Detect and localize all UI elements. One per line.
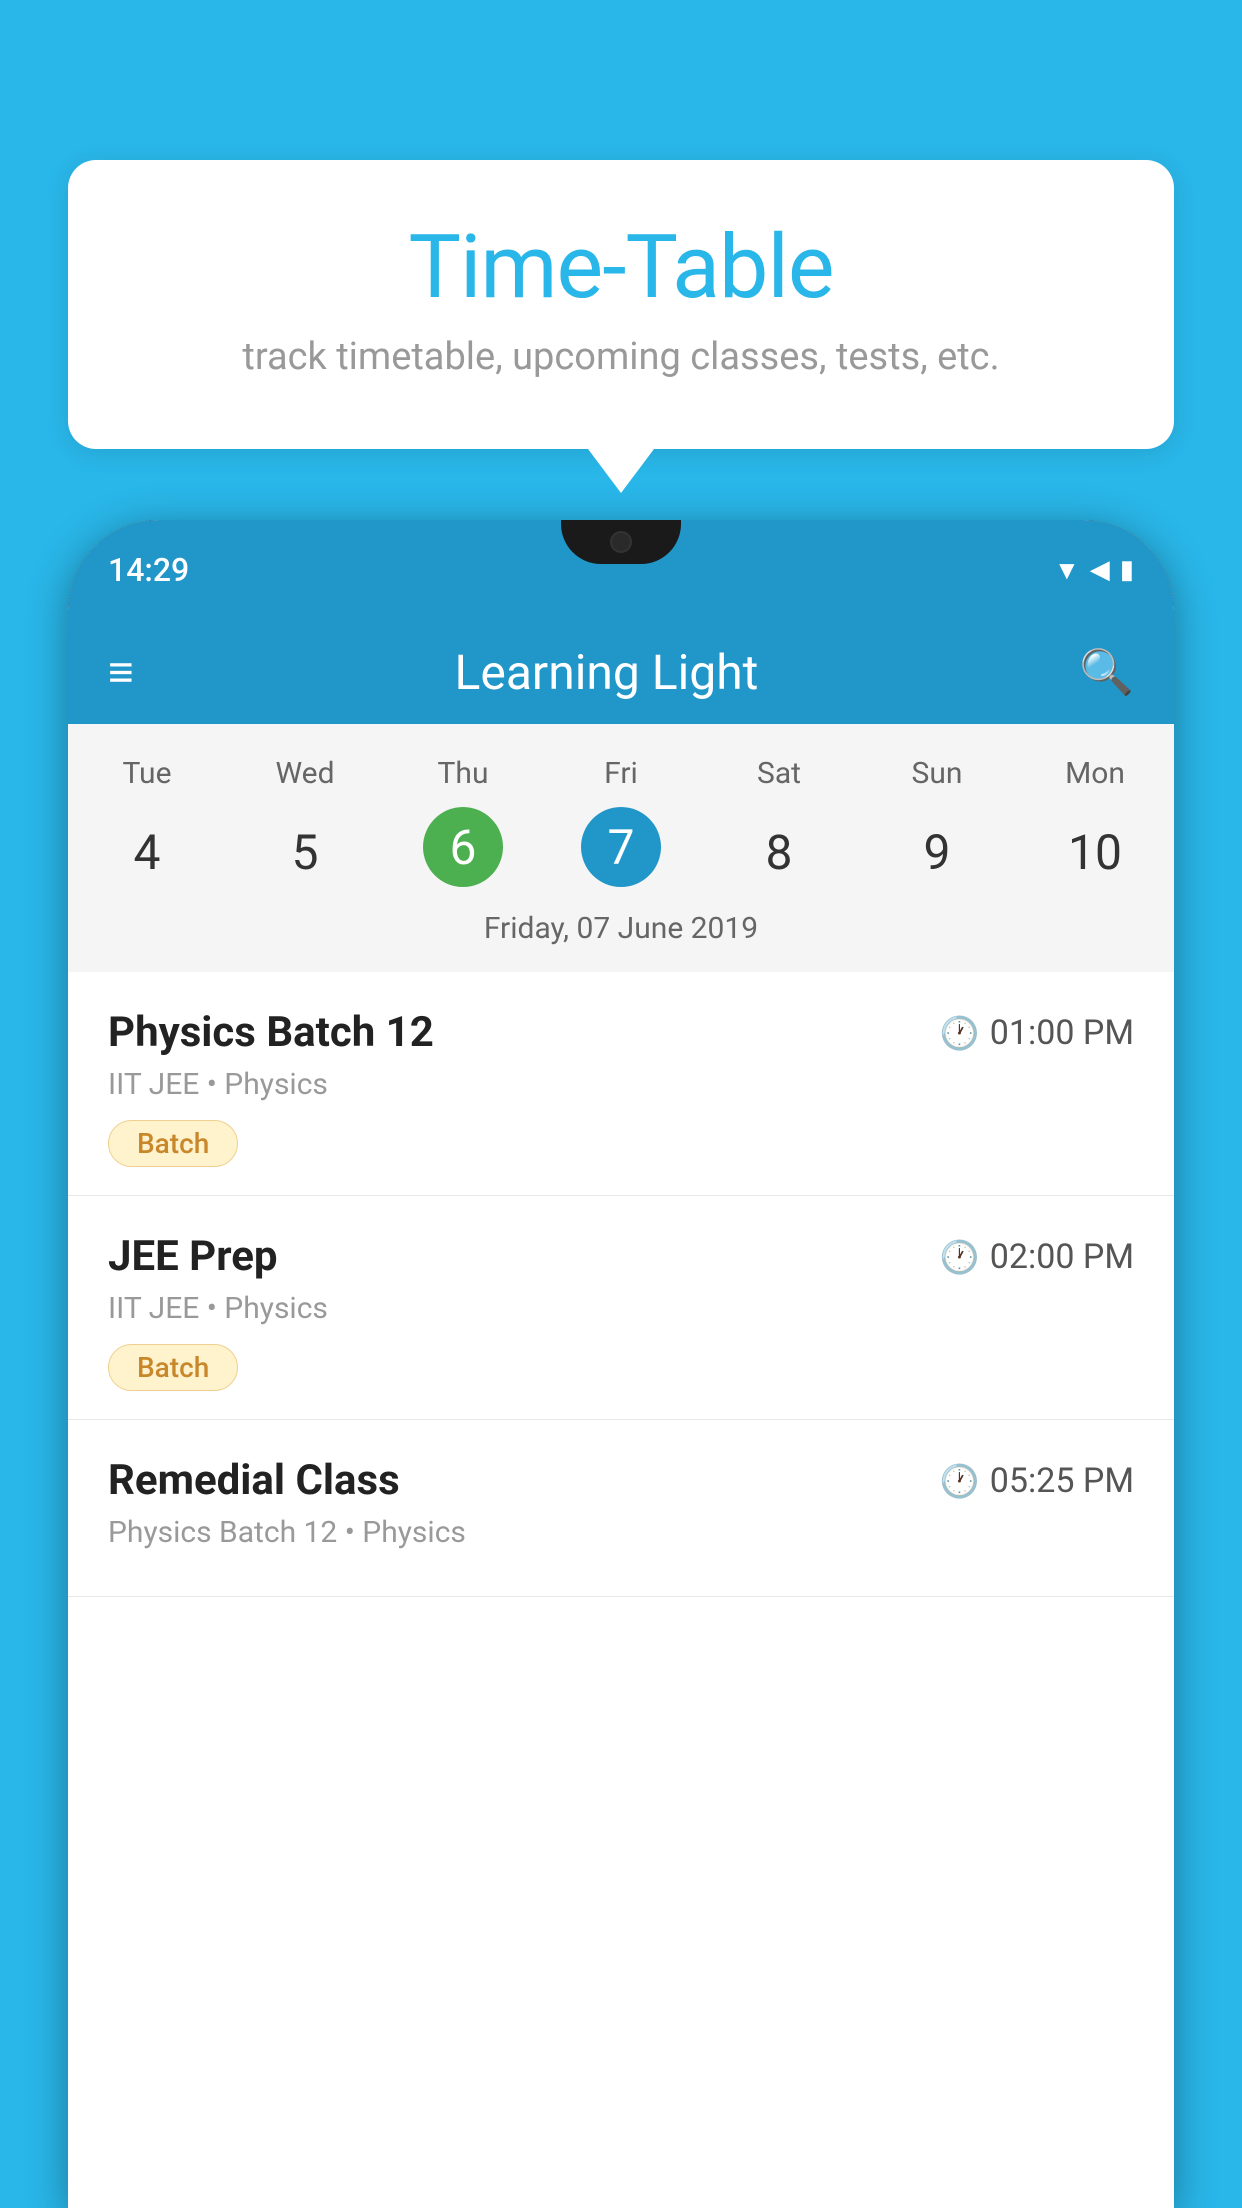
class-meta-0: IIT JEE • Physics (108, 1067, 1134, 1102)
status-icons: ▼ ◀ ▮ (1054, 555, 1134, 586)
class-item-2[interactable]: Remedial Class 🕐 05:25 PM Physics Batch … (68, 1420, 1174, 1597)
day-number-5[interactable]: 5 (226, 807, 384, 897)
battery-icon: ▮ (1120, 555, 1134, 585)
selected-date-label: Friday, 07 June 2019 (68, 897, 1174, 956)
clock-icon-0: 🕐 (940, 1014, 980, 1052)
class-name-2: Remedial Class (108, 1456, 400, 1505)
search-icon[interactable]: 🔍 (1079, 646, 1134, 698)
day-number-8[interactable]: 8 (700, 807, 858, 897)
phone-frame: 14:29 ▼ ◀ ▮ ≡ Learning Light 🔍 TueWedThu… (68, 520, 1174, 2208)
day-label-mon: Mon (1016, 748, 1174, 799)
day-label-thu: Thu (384, 748, 542, 799)
status-bar: 14:29 ▼ ◀ ▮ (68, 520, 1174, 620)
day-numbers[interactable]: 45678910 (68, 807, 1174, 897)
day-number-9[interactable]: 9 (858, 807, 1016, 897)
phone-inner: 14:29 ▼ ◀ ▮ ≡ Learning Light 🔍 TueWedThu… (68, 520, 1174, 2208)
day-label-tue: Tue (68, 748, 226, 799)
class-time-1: 🕐 02:00 PM (940, 1237, 1134, 1277)
bubble-title: Time-Table (108, 220, 1134, 317)
class-meta-1: IIT JEE • Physics (108, 1291, 1134, 1326)
hamburger-icon[interactable]: ≡ (108, 646, 134, 698)
calendar-strip: TueWedThuFriSatSunMon 45678910 Friday, 0… (68, 724, 1174, 972)
class-item-1[interactable]: JEE Prep 🕐 02:00 PM IIT JEE • Physics Ba… (68, 1196, 1174, 1420)
class-name-1: JEE Prep (108, 1232, 278, 1281)
day-number-7[interactable]: 7 (581, 807, 661, 887)
day-number-6[interactable]: 6 (423, 807, 503, 887)
day-label-wed: Wed (226, 748, 384, 799)
day-label-sun: Sun (858, 748, 1016, 799)
day-number-10[interactable]: 10 (1016, 807, 1174, 897)
class-time-2: 🕐 05:25 PM (940, 1461, 1134, 1501)
batch-badge-1: Batch (108, 1344, 238, 1391)
clock-icon-1: 🕐 (940, 1238, 980, 1276)
status-time: 14:29 (108, 551, 189, 589)
day-labels: TueWedThuFriSatSunMon (68, 748, 1174, 799)
signal-icon: ◀ (1090, 555, 1110, 585)
day-number-4[interactable]: 4 (68, 807, 226, 897)
clock-icon-2: 🕐 (940, 1462, 980, 1500)
bubble-subtitle: track timetable, upcoming classes, tests… (108, 335, 1134, 379)
day-label-fri: Fri (542, 748, 700, 799)
class-time-0: 🕐 01:00 PM (940, 1013, 1134, 1053)
app-bar: ≡ Learning Light 🔍 (68, 620, 1174, 724)
day-label-sat: Sat (700, 748, 858, 799)
speech-bubble: Time-Table track timetable, upcoming cla… (68, 160, 1174, 449)
class-list: Physics Batch 12 🕐 01:00 PM IIT JEE • Ph… (68, 972, 1174, 1597)
notch (561, 520, 681, 564)
class-item-0[interactable]: Physics Batch 12 🕐 01:00 PM IIT JEE • Ph… (68, 972, 1174, 1196)
class-meta-2: Physics Batch 12 • Physics (108, 1515, 1134, 1550)
app-bar-title: Learning Light (134, 644, 1080, 701)
wifi-icon: ▼ (1054, 555, 1080, 586)
class-name-0: Physics Batch 12 (108, 1008, 434, 1057)
batch-badge-0: Batch (108, 1120, 238, 1167)
camera (610, 531, 632, 553)
